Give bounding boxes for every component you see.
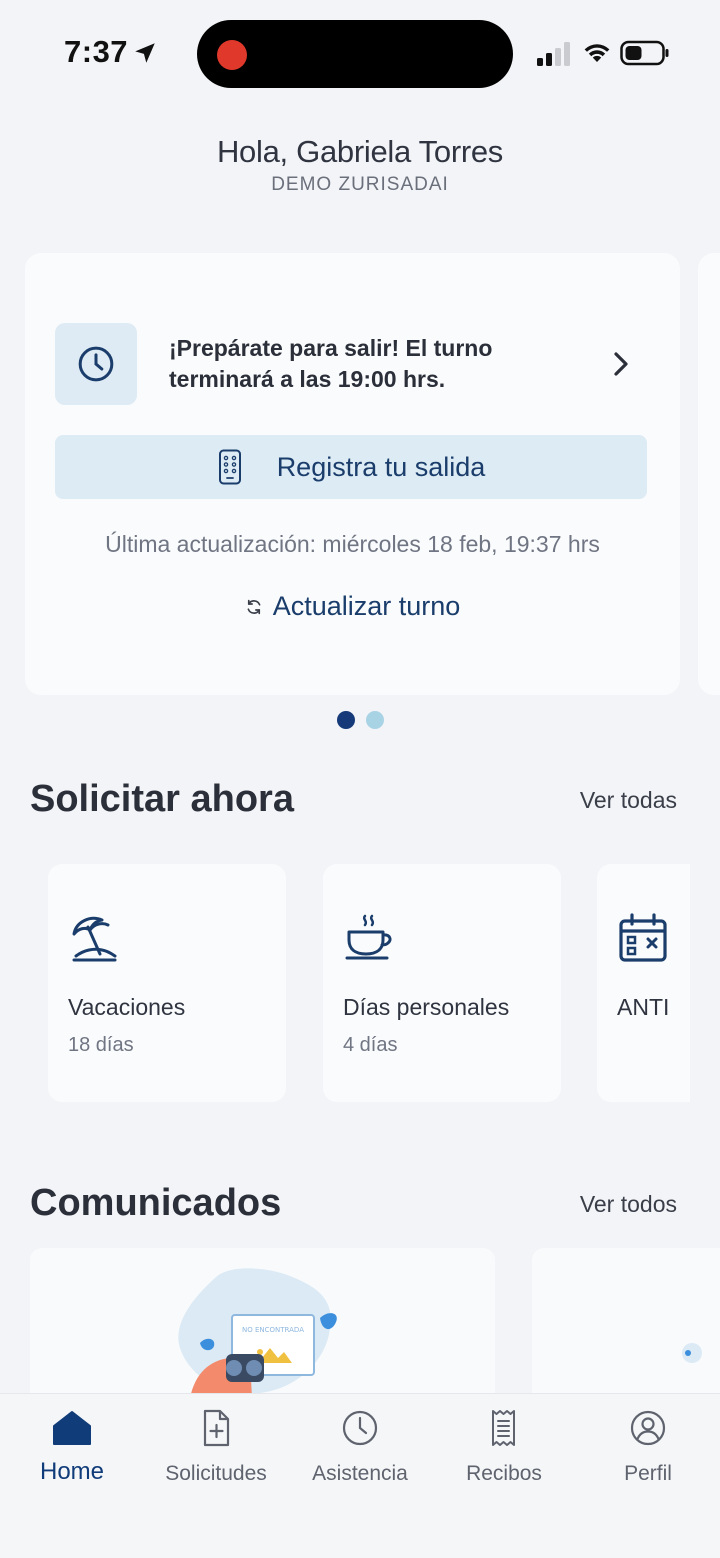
company-name: DEMO ZURISADAI xyxy=(271,174,449,195)
news-card-peek[interactable] xyxy=(532,1248,720,1408)
signal-icon xyxy=(537,42,570,66)
nav-label: Recibos xyxy=(466,1462,542,1485)
carousel-dot-active[interactable] xyxy=(336,711,355,729)
carousel-dots xyxy=(0,711,720,729)
nav-home[interactable]: Home xyxy=(0,1408,144,1486)
refresh-shift-button[interactable]: Actualizar turno xyxy=(25,591,680,622)
news-see-all-link[interactable]: Ver todos xyxy=(580,1191,677,1218)
calendar-x-icon xyxy=(619,913,667,962)
user-circle-icon xyxy=(630,1410,666,1446)
carousel-dot[interactable] xyxy=(365,711,384,729)
refresh-shift-label: Actualizar turno xyxy=(272,591,461,621)
beach-umbrella-icon xyxy=(72,916,117,962)
status-bar: 7:37 xyxy=(0,0,720,110)
news-section-title: Comunicados xyxy=(30,1182,282,1224)
status-time: 7:37 xyxy=(64,34,129,69)
request-name: ANTI xyxy=(617,994,670,1020)
location-arrow-icon xyxy=(135,43,155,63)
shift-clock-tile xyxy=(55,323,137,405)
image-not-found-text: NO ENCONTRADA xyxy=(242,1326,304,1334)
battery-icon xyxy=(620,40,669,66)
last-update-text: Última actualización: miércoles 18 feb, … xyxy=(105,531,600,557)
image-not-found-illustration: NO ENCONTRADA xyxy=(178,1268,337,1398)
greeting-name: Hola, Gabriela Torres xyxy=(216,134,504,169)
recording-indicator-icon xyxy=(217,40,247,70)
request-name: Vacaciones xyxy=(68,994,186,1020)
next-shift-card-peek[interactable] xyxy=(698,253,720,695)
nav-recibos[interactable]: Recibos xyxy=(432,1408,576,1486)
request-card-dias-personales[interactable]: Días personales 4 días xyxy=(323,864,561,1102)
nav-label: Home xyxy=(39,1458,105,1485)
wifi-icon xyxy=(584,44,610,62)
register-exit-button[interactable]: Registra tu salida xyxy=(55,435,647,499)
nav-perfil[interactable]: Perfil xyxy=(576,1408,720,1486)
request-card-anti[interactable]: ANTI xyxy=(597,864,690,1102)
document-plus-icon xyxy=(203,1409,230,1447)
bottom-navigation: Home Solicitudes Asistencia Recibos Perf… xyxy=(0,1393,720,1558)
nav-label: Solicitudes xyxy=(165,1462,267,1485)
shift-alert-message[interactable]: ¡Prepárate para salir! El turno terminar… xyxy=(169,333,589,395)
requests-see-all-link[interactable]: Ver todas xyxy=(580,787,677,814)
home-screen: 7:37 Hola, Gabriela Torres DEMO ZURISADA… xyxy=(0,0,720,1558)
nav-label: Perfil xyxy=(624,1462,672,1485)
receipt-icon xyxy=(492,1410,515,1446)
news-peek-illustration xyxy=(682,1343,702,1363)
refresh-icon xyxy=(247,599,261,614)
home-icon xyxy=(53,1411,91,1445)
register-exit-label: Registra tu salida xyxy=(276,451,486,482)
nav-solicitudes[interactable]: Solicitudes xyxy=(144,1408,288,1486)
nav-asistencia[interactable]: Asistencia xyxy=(288,1408,432,1486)
request-card-vacaciones[interactable]: Vacaciones 18 días xyxy=(48,864,286,1102)
coffee-cup-icon xyxy=(345,914,392,960)
chevron-right-icon[interactable] xyxy=(609,349,633,379)
phone-keypad-icon xyxy=(218,449,241,485)
news-card[interactable]: NO ENCONTRADA xyxy=(30,1248,495,1408)
dynamic-island xyxy=(197,20,513,88)
shift-card: ¡Prepárate para salir! El turno terminar… xyxy=(25,253,680,695)
request-days: 4 días xyxy=(343,1034,398,1056)
clock-icon xyxy=(78,346,114,382)
request-days: 18 días xyxy=(68,1034,134,1056)
requests-section-title: Solicitar ahora xyxy=(30,778,294,820)
clock-icon xyxy=(342,1410,378,1446)
request-name: Días personales xyxy=(343,994,510,1020)
greeting: Hola, Gabriela Torres DEMO ZURISADAI xyxy=(0,134,720,196)
nav-label: Asistencia xyxy=(312,1462,408,1485)
